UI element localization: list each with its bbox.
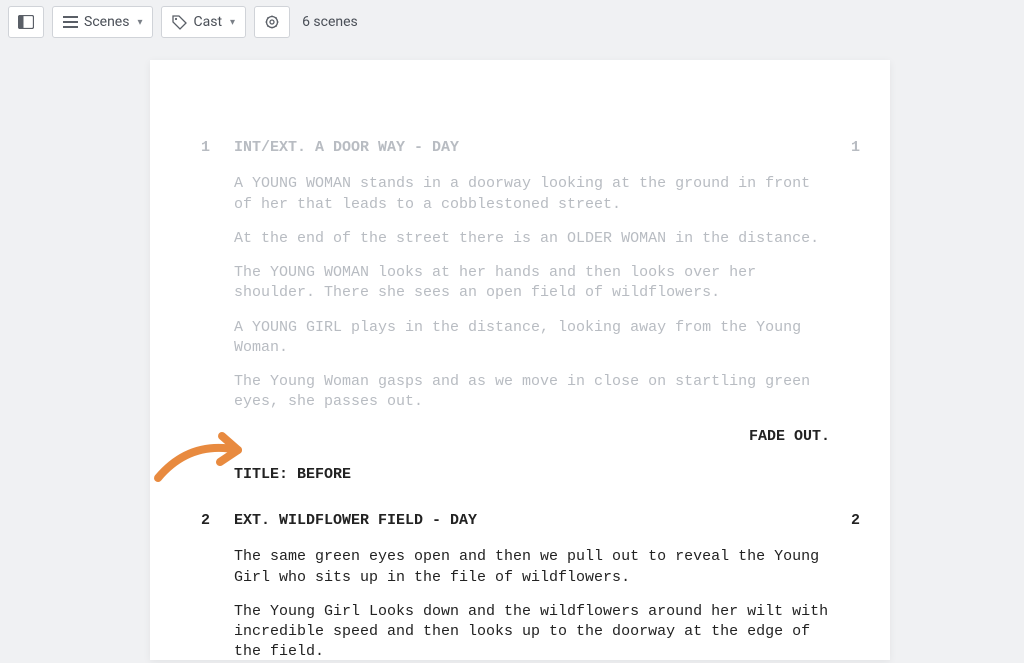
toggle-sidebar-button[interactable]: [8, 6, 44, 38]
list-icon: [63, 16, 78, 28]
settings-button[interactable]: [254, 6, 290, 38]
action-text[interactable]: A YOUNG GIRL plays in the distance, look…: [180, 318, 860, 359]
script-page: 1 INT/EXT. A DOOR WAY - DAY 1 A YOUNG WO…: [150, 60, 890, 660]
scene-heading-row[interactable]: 1 INT/EXT. A DOOR WAY - DAY 1: [180, 138, 860, 158]
annotation-arrow-icon: [150, 428, 260, 488]
scene-heading-row[interactable]: 2 EXT. WILDFLOWER FIELD - DAY 2: [180, 511, 860, 531]
transition[interactable]: FADE OUT.: [180, 427, 860, 447]
scene-number-right: 2: [830, 511, 860, 531]
title-card[interactable]: TITLE: BEFORE: [180, 465, 860, 485]
action-text[interactable]: At the end of the street there is an OLD…: [180, 229, 860, 249]
chevron-down-icon: ▾: [230, 17, 235, 28]
scene-number-right: 1: [830, 138, 860, 158]
cast-label: Cast: [193, 14, 222, 30]
scene-number-left: 1: [180, 138, 210, 158]
scene-number-left: 2: [180, 511, 210, 531]
action-text[interactable]: The Young Woman gasps and as we move in …: [180, 372, 860, 413]
gear-icon: [264, 14, 280, 30]
sidebar-icon: [18, 15, 34, 29]
action-text[interactable]: The YOUNG WOMAN looks at her hands and t…: [180, 263, 860, 304]
scene-heading: INT/EXT. A DOOR WAY - DAY: [210, 138, 830, 158]
tag-icon: [172, 15, 187, 30]
scenes-dropdown[interactable]: Scenes ▾: [52, 6, 153, 38]
scene-count: 6 scenes: [302, 14, 358, 30]
chevron-down-icon: ▾: [137, 17, 142, 28]
scene-heading: EXT. WILDFLOWER FIELD - DAY: [210, 511, 830, 531]
cast-dropdown[interactable]: Cast ▾: [161, 6, 246, 38]
scenes-label: Scenes: [84, 14, 129, 30]
action-text[interactable]: The same green eyes open and then we pul…: [180, 547, 860, 588]
action-text[interactable]: A YOUNG WOMAN stands in a doorway lookin…: [180, 174, 860, 215]
toolbar: Scenes ▾ Cast ▾ 6 scenes: [0, 0, 1024, 44]
action-text[interactable]: The Young Girl Looks down and the wildfl…: [180, 602, 860, 663]
